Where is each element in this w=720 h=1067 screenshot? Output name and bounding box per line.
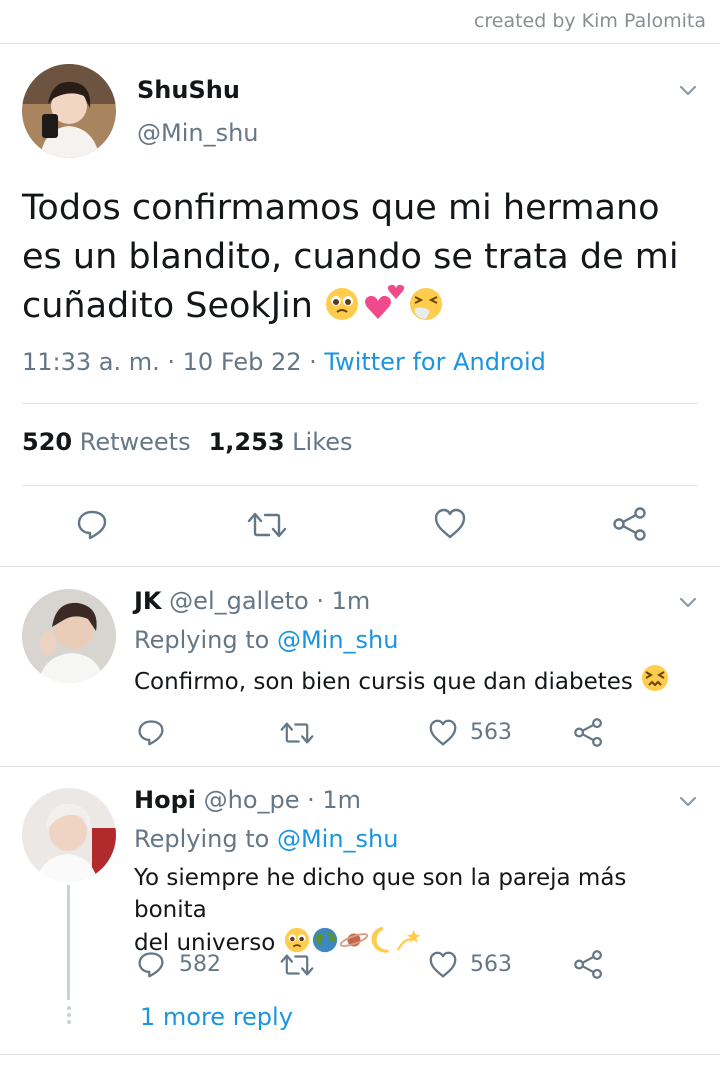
- chevron-down-icon[interactable]: [678, 791, 698, 815]
- divider: [22, 485, 698, 486]
- tweet-emojis: [324, 284, 446, 326]
- reply-text-line1: Yo siempre he dicho que son la pareja má…: [134, 865, 627, 923]
- likes-count: 1,253: [208, 428, 285, 456]
- retweets-count: 520: [22, 428, 73, 456]
- tweet-body: Todos confirmamos que mi hermano es un b…: [22, 184, 702, 331]
- likes-stat[interactable]: 1,253 Likes: [209, 428, 353, 456]
- like-count: 563: [470, 720, 512, 745]
- share-icon[interactable]: [573, 718, 604, 751]
- chevron-down-icon[interactable]: [678, 80, 698, 104]
- reply-count: 582: [179, 952, 221, 977]
- reply-body: Yo siempre he dicho que son la pareja má…: [134, 862, 704, 959]
- reply-text: Confirmo, son bien cursis que dan diabet…: [134, 669, 633, 695]
- author-name[interactable]: ShuShu: [137, 76, 240, 104]
- reply-header: JK @el_galleto · 1m: [134, 587, 370, 615]
- tweet-source[interactable]: Twitter for Android: [324, 348, 545, 376]
- thread-line: [67, 885, 70, 1000]
- pleading-face-icon: [326, 288, 359, 320]
- reply-author-handle[interactable]: @ho_pe · 1m: [204, 786, 361, 814]
- tweet-timestamp[interactable]: 11:33 a. m. · 10 Feb 22 ·: [22, 348, 324, 376]
- reply-icon[interactable]: [137, 718, 165, 750]
- replying-to: Replying to @Min_shu: [134, 825, 398, 853]
- crescent-moon-icon: [371, 926, 389, 953]
- retweets-label: Retweets: [79, 428, 191, 456]
- reply-body: Confirmo, son bien cursis que dan diabet…: [134, 663, 694, 698]
- reply-author-name[interactable]: Hopi: [134, 786, 196, 814]
- persevering-face-icon: [642, 665, 669, 691]
- tweet-meta: 11:33 a. m. · 10 Feb 22 · Twitter for An…: [22, 348, 546, 376]
- creator-credit: created by Kim Palomita: [473, 10, 706, 32]
- retweet-icon[interactable]: [280, 719, 314, 751]
- bottom-divider: [0, 1054, 720, 1055]
- like-icon[interactable]: [428, 951, 458, 983]
- chevron-down-icon[interactable]: [678, 592, 698, 616]
- divider: [0, 766, 720, 767]
- two-hearts-icon: [365, 284, 405, 319]
- thread-dots: [65, 1006, 72, 1027]
- like-icon[interactable]: [433, 508, 467, 544]
- retweets-stat[interactable]: 520 Retweets: [22, 428, 191, 456]
- top-divider: [0, 43, 720, 44]
- likes-label: Likes: [292, 428, 353, 456]
- ringed-planet-icon: [339, 933, 368, 947]
- retweet-icon[interactable]: [247, 509, 287, 545]
- reply-icon[interactable]: [137, 950, 165, 982]
- dizzy-icon: [396, 929, 420, 951]
- share-icon[interactable]: [612, 507, 648, 545]
- reply-author-name[interactable]: JK: [134, 587, 162, 615]
- share-icon[interactable]: [573, 950, 604, 983]
- reply-header: Hopi @ho_pe · 1m: [134, 786, 361, 814]
- more-replies-link[interactable]: 1 more reply: [140, 1003, 293, 1031]
- replying-to-label: Replying to: [134, 626, 277, 654]
- divider: [0, 566, 720, 567]
- tweet-stats: 520 Retweets 1,253 Likes: [22, 428, 353, 456]
- reply-avatar[interactable]: [22, 589, 116, 683]
- replying-to-label: Replying to: [134, 825, 277, 853]
- replying-to-handle[interactable]: @Min_shu: [277, 825, 399, 853]
- like-icon[interactable]: [428, 719, 458, 751]
- like-count: 563: [470, 952, 512, 977]
- sneezing-face-icon: [410, 288, 443, 320]
- author-handle[interactable]: @Min_shu: [137, 119, 259, 147]
- reply-author-handle[interactable]: @el_galleto · 1m: [169, 587, 370, 615]
- reply-icon[interactable]: [76, 508, 108, 544]
- replying-to-handle[interactable]: @Min_shu: [277, 626, 399, 654]
- globe-icon: [312, 927, 337, 953]
- reply-avatar[interactable]: [22, 788, 116, 882]
- retweet-icon[interactable]: [280, 951, 314, 983]
- pleading-face-icon: [284, 927, 309, 953]
- replying-to: Replying to @Min_shu: [134, 626, 398, 654]
- divider: [22, 403, 698, 404]
- author-avatar[interactable]: [22, 64, 116, 158]
